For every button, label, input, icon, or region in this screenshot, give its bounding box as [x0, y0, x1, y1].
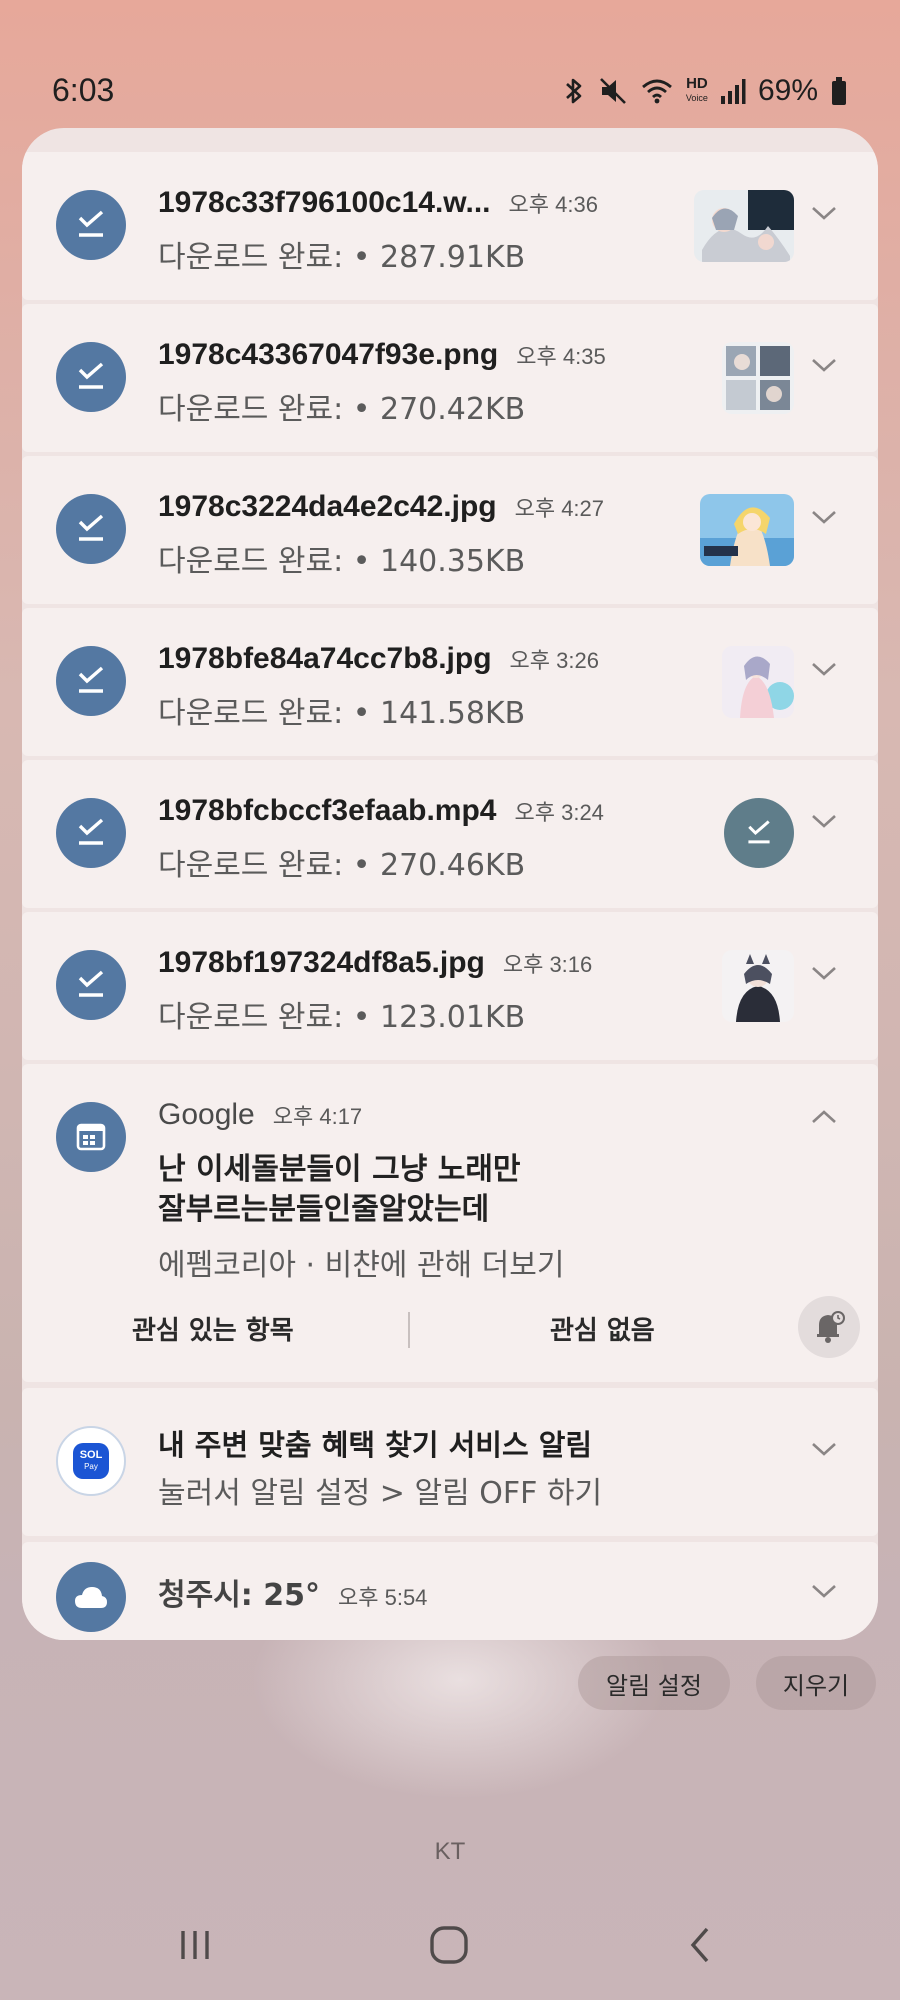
wifi-icon [640, 76, 674, 106]
notification-status: 다운로드 완료: • 270.42KB [158, 392, 526, 427]
download-done-icon [56, 798, 126, 868]
not-interested-button[interactable]: 관심 없음 [550, 1310, 655, 1347]
signal-icon [720, 77, 746, 105]
mute-icon [598, 76, 628, 106]
notification-weather[interactable]: 청주시: 25° 오후 5:54 [22, 1542, 878, 1640]
notification-title: 1978c43367047f93e.png 오후 4:35 [158, 338, 606, 371]
carrier-label: KT [434, 1838, 466, 1865]
notification-panel: 1978c33f796100c14.w... 오후 4:36 다운로드 완료: •… [22, 128, 878, 1640]
home-icon[interactable] [414, 1910, 484, 1980]
google-calendar-icon [56, 1102, 126, 1172]
notification-time: 오후 4:17 [272, 1104, 363, 1129]
notification-time: 오후 5:54 [338, 1585, 428, 1610]
download-done-icon [56, 494, 126, 564]
status-bar: 6:03 HD Voice 69% [0, 0, 900, 120]
download-done-icon [56, 646, 126, 716]
notification-google[interactable]: Google 오후 4:17 난 이세돌분들이 그냥 노래만 잘부르는분들인줄알았… [22, 1064, 878, 1382]
chevron-down-icon[interactable] [810, 356, 838, 374]
sol-icon-text: SOL [79, 1449, 103, 1461]
notification-time: 오후 3:16 [502, 952, 593, 977]
battery-icon [830, 76, 848, 106]
anime-image-thumbnail[interactable] [722, 950, 794, 1022]
chevron-down-icon[interactable] [810, 508, 838, 526]
notification-title: 내 주변 맞춤 혜택 찾기 서비스 알림 [158, 1428, 593, 1462]
action-divider [408, 1312, 410, 1348]
notification-time: 오후 4:27 [514, 496, 605, 521]
anime-image-thumbnail[interactable] [722, 646, 794, 718]
notification-download-3[interactable]: 1978c3224da4e2c42.jpg 오후 4:27 다운로드 완료: • … [22, 456, 878, 604]
cloud-icon [56, 1562, 126, 1632]
manga-image-thumbnail[interactable] [694, 190, 794, 262]
notification-title: 1978c3224da4e2c42.jpg 오후 4:27 [158, 490, 605, 523]
notification-title: 1978bf197324df8a5.jpg 오후 3:16 [158, 946, 593, 979]
clear-all-button[interactable]: 지우기 [756, 1656, 876, 1710]
notification-download-5[interactable]: 1978bfcbccf3efaab.mp4 오후 3:24 다운로드 완료: • … [22, 760, 878, 908]
download-done-icon [56, 342, 126, 412]
notification-time: 오후 4:35 [516, 344, 606, 369]
download-done-icon [56, 950, 126, 1020]
status-time: 6:03 [52, 72, 115, 108]
notification-download-1[interactable]: 1978c33f796100c14.w... 오후 4:36 다운로드 완료: •… [22, 152, 878, 300]
chevron-down-icon[interactable] [810, 1440, 838, 1458]
snooze-bell-icon[interactable] [798, 1296, 860, 1358]
notification-settings-button[interactable]: 알림 설정 [578, 1656, 730, 1710]
chevron-up-icon[interactable] [810, 1108, 838, 1126]
notification-title: 청주시: 25° 오후 5:54 [158, 1578, 428, 1613]
notification-status: 다운로드 완료: • 270.46KB [158, 848, 526, 883]
notification-status: 다운로드 완료: • 287.91KB [158, 240, 526, 275]
navigation-bar [0, 1910, 900, 1980]
chevron-down-icon[interactable] [810, 660, 838, 678]
sol-pay-app-icon: SOL Pay [56, 1426, 126, 1496]
download-done-icon [56, 190, 126, 260]
notification-status: 다운로드 완료: • 123.01KB [158, 1000, 526, 1035]
chevron-down-icon[interactable] [810, 204, 838, 222]
hd-voice-icon: HD Voice [685, 75, 708, 103]
game-art-thumbnail[interactable] [700, 494, 794, 566]
notification-title: 1978bfcbccf3efaab.mp4 오후 3:24 [158, 794, 604, 827]
notification-body: 눌러서 알림 설정 > 알림 OFF 하기 [158, 1476, 603, 1511]
download-done-icon [724, 798, 794, 868]
notification-download-2[interactable]: 1978c43367047f93e.png 오후 4:35 다운로드 완료: • … [22, 304, 878, 452]
status-icons: HD Voice 69% [562, 74, 848, 108]
notification-body: 난 이세돌분들이 그냥 노래만 잘부르는분들인줄알았는데 [158, 1152, 521, 1227]
chevron-down-icon[interactable] [810, 812, 838, 830]
back-icon[interactable] [666, 1910, 736, 1980]
notification-status: 다운로드 완료: • 141.58KB [158, 696, 526, 731]
notification-source: 에펨코리아 · 비챤에 관해 더보기 [158, 1248, 565, 1283]
battery-percent: 69% [757, 74, 818, 107]
recent-apps-icon[interactable] [160, 1910, 230, 1980]
notification-time: 오후 3:26 [509, 648, 599, 673]
notification-time: 오후 3:24 [514, 800, 604, 825]
chevron-down-icon[interactable] [810, 964, 838, 982]
sol-icon-sub: Pay [84, 1462, 98, 1471]
notification-status: 다운로드 완료: • 140.35KB [158, 544, 526, 579]
notification-title: 1978bfe84a74cc7b8.jpg 오후 3:26 [158, 642, 599, 675]
notification-download-4[interactable]: 1978bfe84a74cc7b8.jpg 오후 3:26 다운로드 완료: • … [22, 608, 878, 756]
manga-image-thumbnail[interactable] [722, 342, 794, 414]
notification-download-6[interactable]: 1978bf197324df8a5.jpg 오후 3:16 다운로드 완료: • … [22, 912, 878, 1060]
chevron-down-icon[interactable] [810, 1582, 838, 1600]
notification-time: 오후 4:36 [508, 192, 598, 217]
interested-button[interactable]: 관심 있는 항목 [132, 1310, 294, 1347]
bluetooth-icon [562, 76, 586, 106]
notification-sol-pay[interactable]: SOL Pay 내 주변 맞춤 혜택 찾기 서비스 알림 눌러서 알림 설정 >… [22, 1388, 878, 1536]
notification-title: 1978c33f796100c14.w... 오후 4:36 [158, 186, 598, 219]
notification-app-name: Google 오후 4:17 [158, 1098, 363, 1131]
